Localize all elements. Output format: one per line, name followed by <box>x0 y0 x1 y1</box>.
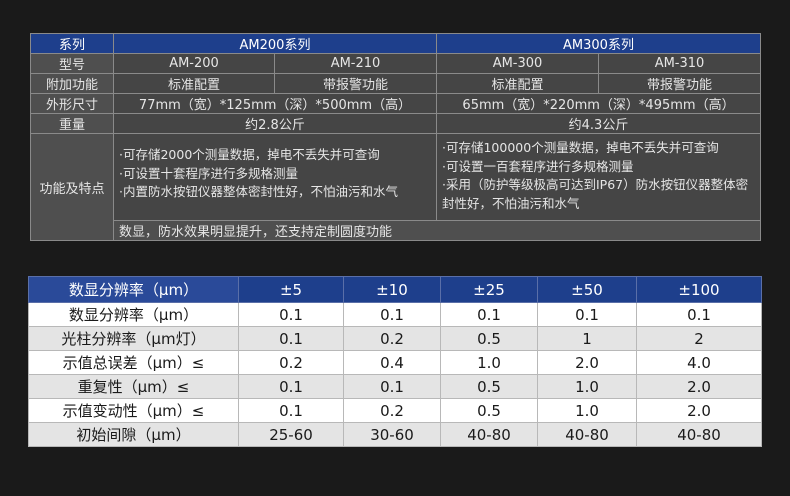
feature-item: ·采用（防护等级极高可达到IP67）防水按钮仪器整体密封性好，不怕油污和水气 <box>442 177 749 211</box>
note-row: 数显，防水效果明显提升，还支持定制圆度功能 <box>31 220 761 241</box>
table-row: 初始间隙（μm） 25-60 30-60 40-80 40-80 40-80 <box>28 422 762 447</box>
model-am300: AM-300 <box>436 53 599 74</box>
weight-row: 重量 约2.8公斤 约4.3公斤 <box>30 113 761 134</box>
addon-am310: 带报警功能 <box>598 73 761 94</box>
model-row: 型号 AM-200 AM-210 AM-300 AM-310 <box>30 53 761 74</box>
resolution-table: 数显分辨率（μm） ±5 ±10 ±25 ±50 ±100 数显分辨率（μm） … <box>28 276 762 447</box>
weight-am300-series: 约4.3公斤 <box>436 113 761 134</box>
table-row: 光柱分辨率（μm灯） 0.1 0.2 0.5 1 2 <box>28 326 762 351</box>
table-cell: 40-80 <box>537 422 637 447</box>
table-cell: 0.1 <box>537 302 637 327</box>
weight-am200-series: 约2.8公斤 <box>113 113 437 134</box>
features-label: 功能及特点 <box>30 133 114 241</box>
table-cell: 25-60 <box>238 422 344 447</box>
size-am200-series: 77mm（宽）*125mm（深）*500mm（高） <box>113 93 437 114</box>
row-label: 示值变动性（μm）≤ <box>28 398 239 423</box>
table-cell: 0.1 <box>343 302 441 327</box>
series-am200: AM200系列 <box>113 33 437 54</box>
table-cell: 0.1 <box>440 302 538 327</box>
table-cell: 1 <box>537 326 637 351</box>
table-cell: 1.0 <box>537 398 637 423</box>
table-cell: 0.5 <box>440 326 538 351</box>
features-am200-series: ·可存储2000个测量数据，掉电不丢失并可查询 ·可设置十套程序进行多规格测量 … <box>113 133 437 221</box>
series-row: 系列 AM200系列 AM300系列 <box>30 33 761 54</box>
header-range-10: ±10 <box>343 276 441 303</box>
table-cell: 2.0 <box>636 374 762 399</box>
model-am200: AM-200 <box>113 53 275 74</box>
addon-row: 附加功能 标准配置 带报警功能 标准配置 带报警功能 <box>30 73 761 94</box>
row-label: 重复性（μm）≤ <box>28 374 239 399</box>
series-label: 系列 <box>30 33 114 54</box>
spec-table: 系列 AM200系列 AM300系列 型号 AM-200 AM-210 AM-3… <box>30 33 761 241</box>
size-row: 外形尺寸 77mm（宽）*125mm（深）*500mm（高） 65mm（宽）*2… <box>30 93 761 114</box>
table-cell: 40-80 <box>440 422 538 447</box>
features-row: 功能及特点 ·可存储2000个测量数据，掉电不丢失并可查询 ·可设置十套程序进行… <box>30 133 761 241</box>
features-am300-series: ·可存储100000个测量数据，掉电不丢失并可查询 ·可设置一百套程序进行多规格… <box>436 133 761 221</box>
header-range-25: ±25 <box>440 276 538 303</box>
size-am300-series: 65mm（宽）*220mm（深）*495mm（高） <box>436 93 761 114</box>
table-cell: 2.0 <box>537 350 637 375</box>
feature-item: ·可存储100000个测量数据，掉电不丢失并可查询 <box>442 140 719 155</box>
table-cell: 0.5 <box>440 374 538 399</box>
header-range-50: ±50 <box>537 276 637 303</box>
table-cell: 2 <box>636 326 762 351</box>
common-note: 数显，防水效果明显提升，还支持定制圆度功能 <box>113 220 761 241</box>
row-label: 示值总误差（μm）≤ <box>28 350 239 375</box>
addon-am200: 标准配置 <box>113 73 275 94</box>
table-cell: 0.2 <box>343 326 441 351</box>
table-cell: 4.0 <box>636 350 762 375</box>
table-row: 重复性（μm）≤ 0.1 0.1 0.5 1.0 2.0 <box>28 374 762 399</box>
header-range-100: ±100 <box>636 276 762 303</box>
table-cell: 0.1 <box>238 302 344 327</box>
table-cell: 0.1 <box>238 326 344 351</box>
table-cell: 40-80 <box>636 422 762 447</box>
series-am300: AM300系列 <box>436 33 761 54</box>
weight-label: 重量 <box>30 113 114 134</box>
feature-item: ·内置防水按钮仪器整体密封性好，不怕油污和水气 <box>119 184 398 199</box>
feature-item: ·可设置十套程序进行多规格测量 <box>119 165 298 181</box>
table-cell: 0.5 <box>440 398 538 423</box>
header-label: 数显分辨率（μm） <box>28 276 239 303</box>
table-cell: 0.1 <box>636 302 762 327</box>
table-row: 示值总误差（μm）≤ 0.2 0.4 1.0 2.0 4.0 <box>28 350 762 375</box>
size-label: 外形尺寸 <box>30 93 114 114</box>
table-cell: 1.0 <box>440 350 538 375</box>
header-range-5: ±5 <box>238 276 344 303</box>
table-cell: 2.0 <box>636 398 762 423</box>
row-label: 光柱分辨率（μm灯） <box>28 326 239 351</box>
row-label: 初始间隙（μm） <box>28 422 239 447</box>
model-am310: AM-310 <box>598 53 761 74</box>
table-cell: 0.4 <box>343 350 441 375</box>
table-cell: 0.1 <box>238 398 344 423</box>
table-cell: 0.1 <box>238 374 344 399</box>
table-cell: 0.1 <box>343 374 441 399</box>
table-row: 数显分辨率（μm） 0.1 0.1 0.1 0.1 0.1 <box>28 302 762 327</box>
table-cell: 0.2 <box>238 350 344 375</box>
model-label: 型号 <box>30 53 114 74</box>
table-cell: 1.0 <box>537 374 637 399</box>
feature-item: ·可设置一百套程序进行多规格测量 <box>442 158 634 174</box>
row-label: 数显分辨率（μm） <box>28 302 239 327</box>
feature-item: ·可存储2000个测量数据，掉电不丢失并可查询 <box>119 147 380 162</box>
table-cell: 30-60 <box>343 422 441 447</box>
table-cell: 0.2 <box>343 398 441 423</box>
model-am210: AM-210 <box>274 53 437 74</box>
table-row: 示值变动性（μm）≤ 0.1 0.2 0.5 1.0 2.0 <box>28 398 762 423</box>
addon-label: 附加功能 <box>30 73 114 94</box>
addon-am210: 带报警功能 <box>274 73 437 94</box>
addon-am300: 标准配置 <box>436 73 599 94</box>
resolution-header-row: 数显分辨率（μm） ±5 ±10 ±25 ±50 ±100 <box>28 276 762 303</box>
